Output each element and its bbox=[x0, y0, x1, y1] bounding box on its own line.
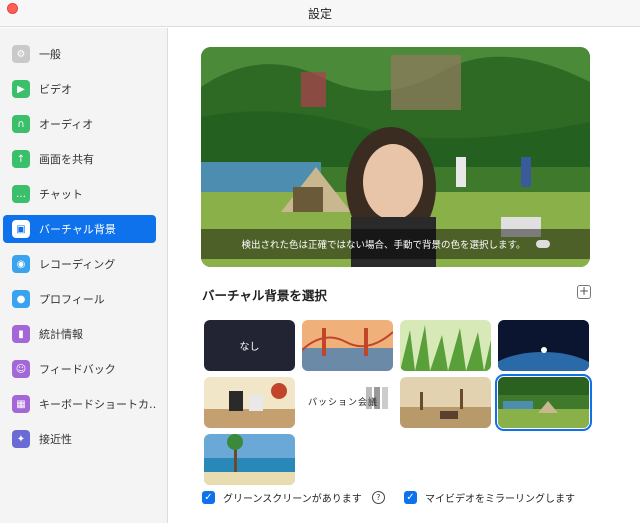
sidebar-item[interactable]: ▣ バーチャル背景 bbox=[3, 215, 156, 243]
sidebar-item-label: 接近性 bbox=[39, 433, 72, 446]
background-thumb-picnic-table[interactable] bbox=[204, 377, 295, 428]
statistics-icon: ▮ bbox=[12, 325, 30, 343]
record-icon: ◉ bbox=[12, 255, 30, 273]
profile-icon: ● bbox=[12, 290, 30, 308]
sidebar-item-label: フィードバック bbox=[39, 363, 116, 376]
green-screen-option: ✓ グリーンスクリーンがあります ? bbox=[202, 490, 385, 505]
video-icon: ▶ bbox=[12, 80, 30, 98]
mirror-checkbox[interactable]: ✓ bbox=[404, 491, 417, 504]
sidebar-item[interactable]: … チャット bbox=[3, 180, 156, 208]
help-icon[interactable]: ? bbox=[371, 491, 385, 504]
sidebar-item-label: 統計情報 bbox=[39, 328, 83, 341]
sidebar-item-label: 一般 bbox=[39, 48, 61, 61]
headphones-icon: ∩ bbox=[12, 115, 30, 133]
sidebar-item[interactable]: ☺ フィードバック bbox=[3, 355, 156, 383]
video-preview: 検出された色は正確ではない場合、手動で背景の色を選択します。 bbox=[201, 47, 590, 267]
sidebar-item-label: ビデオ bbox=[39, 83, 72, 96]
background-thumb-pasion-kanji[interactable]: パッション会議 bbox=[302, 377, 393, 428]
sidebar-item-label: 画面を共有 bbox=[39, 153, 94, 166]
sidebar-item-label: プロフィール bbox=[39, 293, 105, 306]
background-thumb-beach[interactable] bbox=[204, 434, 295, 485]
background-thumb-grass[interactable] bbox=[400, 320, 491, 371]
keyboard-icon: ▦ bbox=[12, 395, 30, 413]
sidebar-item[interactable]: ↑ 画面を共有 bbox=[3, 145, 156, 173]
green-screen-label: グリーンスクリーンがあります bbox=[223, 494, 362, 505]
sidebar-item-label: バーチャル背景 bbox=[39, 223, 116, 236]
background-thumb-label: パッション会議 bbox=[308, 398, 379, 408]
background-thumb-earth-space[interactable] bbox=[498, 320, 589, 371]
color-warning-banner: 検出された色は正確ではない場合、手動で背景の色を選択します。 bbox=[201, 229, 590, 259]
sidebar-item[interactable]: ▦ キーボードショートカ… bbox=[3, 390, 156, 418]
feedback-icon: ☺ bbox=[12, 360, 30, 378]
background-thumb-golden-gate[interactable] bbox=[302, 320, 393, 371]
color-warning-text: 検出された色は正確ではない場合、手動で背景の色を選択します。 bbox=[241, 240, 526, 251]
accessibility-icon: ✦ bbox=[12, 430, 30, 448]
gear-icon: ⚙ bbox=[12, 45, 30, 63]
sidebar-item[interactable]: ▶ ビデオ bbox=[3, 75, 156, 103]
sidebar-item[interactable]: ▮ 統計情報 bbox=[3, 320, 156, 348]
title-bar: 設定 bbox=[0, 0, 640, 27]
color-picker-swatch[interactable] bbox=[535, 240, 550, 248]
sidebar-item-label: チャット bbox=[39, 188, 83, 201]
share-screen-icon: ↑ bbox=[12, 150, 30, 168]
sidebar-item[interactable]: ∩ オーディオ bbox=[3, 110, 156, 138]
background-thumb-savanna[interactable] bbox=[400, 377, 491, 428]
sidebar-item[interactable]: ✦ 接近性 bbox=[3, 425, 156, 453]
sidebar-item-label: レコーディング bbox=[39, 258, 116, 271]
background-thumb-label: なし bbox=[239, 342, 260, 353]
virtual-background-panel: 検出された色は正確ではない場合、手動で背景の色を選択します。 バーチャル背景を選… bbox=[169, 28, 640, 523]
sidebar-item-label: オーディオ bbox=[39, 118, 94, 131]
sidebar-item[interactable]: ⚙ 一般 bbox=[3, 40, 156, 68]
sidebar-item[interactable]: ◉ レコーディング bbox=[3, 250, 156, 278]
mirror-label: マイビデオをミラーリングします bbox=[425, 494, 575, 505]
mirror-option: ✓ マイビデオをミラーリングします bbox=[404, 490, 575, 505]
sidebar-item[interactable]: ● プロフィール bbox=[3, 285, 156, 313]
sidebar: ⚙ 一般 ▶ ビデオ ∩ オーディオ ↑ 画面を共有 … チャット ▣ バーチャル背景 ◉ レコーディング… bbox=[0, 28, 168, 523]
section-title: バーチャル背景を選択 bbox=[202, 288, 327, 303]
background-thumb-none[interactable]: なし bbox=[204, 320, 295, 371]
window-title: 設定 bbox=[307, 7, 332, 21]
green-screen-checkbox[interactable]: ✓ bbox=[202, 491, 215, 504]
sidebar-item-label: キーボードショートカ… bbox=[39, 398, 156, 411]
chat-icon: … bbox=[12, 185, 30, 203]
virtual-background-icon: ▣ bbox=[12, 220, 30, 238]
background-thumb-camp-lake[interactable] bbox=[495, 374, 592, 431]
add-background-button[interactable]: + bbox=[577, 285, 591, 299]
